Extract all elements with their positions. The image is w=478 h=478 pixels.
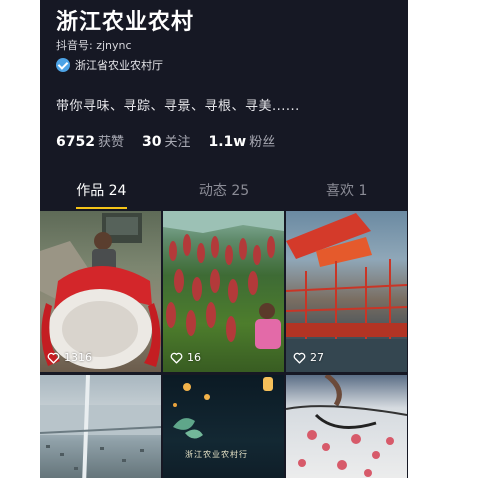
stat-following-label: 关注 [164, 135, 191, 150]
video-thumbnail-lanterns [173, 377, 273, 439]
video-tile[interactable] [40, 375, 161, 478]
video-tile[interactable]: 1316 [40, 211, 161, 372]
stat-followers[interactable]: 1.1w 粉丝 [208, 131, 275, 150]
video-thumbnail-painting [286, 375, 407, 477]
video-thumbnail-farmer-cabbage [40, 213, 161, 369]
like-count: 27 [293, 351, 324, 364]
profile-screen: 浙江农业农村 抖音号: zjnync 浙江省农业农村厅 带你寻味、寻踪、寻景、寻… [40, 0, 408, 478]
tab-likes[interactable]: 喜欢 1 [285, 176, 408, 209]
stat-likes-value: 6752 [56, 134, 95, 150]
video-thumbnail-sorghum [163, 211, 284, 349]
check-badge-icon [56, 58, 70, 72]
profile-bio: 带你寻味、寻踪、寻景、寻根、寻美...... [56, 99, 300, 114]
like-count: 16 [170, 351, 201, 364]
stat-following[interactable]: 30 关注 [142, 131, 191, 150]
douyin-id: 抖音号: zjnync [56, 39, 132, 52]
heart-outline-icon [293, 352, 306, 364]
stat-following-value: 30 [141, 134, 162, 150]
tab-works[interactable]: 作品 24 [40, 176, 163, 209]
heart-outline-icon [47, 352, 60, 364]
stat-likes: 6752 获赞 [56, 131, 124, 150]
heart-outline-icon [170, 352, 183, 364]
tab-activity[interactable]: 动态 25 [163, 176, 286, 209]
video-thumbnail-fishing-boats [286, 213, 407, 372]
stat-followers-value: 1.1w [208, 134, 247, 150]
profile-name: 浙江农业农村 [56, 10, 195, 35]
like-count-value: 1316 [64, 351, 92, 364]
video-grid: 1316 16 27 浙江农业农村行 [40, 211, 408, 478]
verified-label: 浙江省农业农村厅 [75, 59, 163, 72]
video-tile[interactable]: 27 [286, 211, 407, 372]
video-tile[interactable] [286, 375, 407, 478]
verified-row: 浙江省农业农村厅 [56, 57, 163, 73]
video-tile[interactable]: 16 [163, 211, 284, 372]
stats-row: 6752 获赞 30 关注 1.1w 粉丝 [56, 131, 293, 150]
video-thumbnail-bridge [40, 375, 161, 478]
like-count: 1316 [47, 351, 92, 364]
video-tile[interactable]: 浙江农业农村行 [163, 375, 284, 478]
like-count-value: 27 [310, 351, 324, 364]
profile-tabs: 作品 24 动态 25 喜欢 1 [40, 176, 408, 209]
stat-followers-label: 粉丝 [249, 135, 276, 150]
like-count-value: 16 [187, 351, 201, 364]
video-overlay-text: 浙江农业农村行 [185, 450, 248, 459]
stat-likes-label: 获赞 [97, 135, 124, 150]
